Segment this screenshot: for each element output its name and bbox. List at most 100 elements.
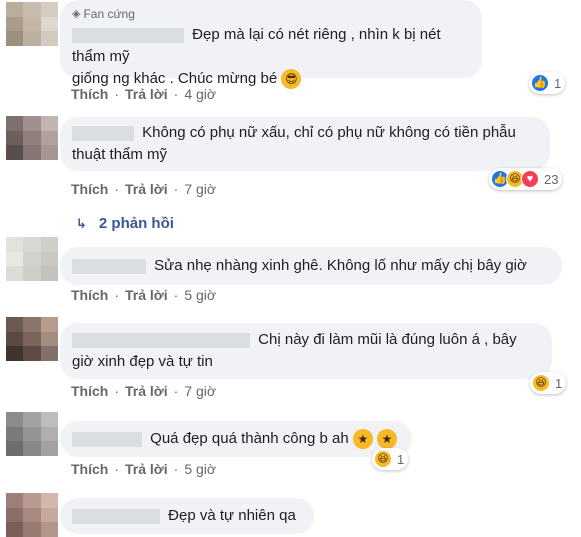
avatar-tile (23, 130, 41, 146)
like-link[interactable]: Thích (71, 383, 108, 399)
avatar-tile (40, 145, 58, 160)
reply-link[interactable]: Trả lời (125, 86, 168, 102)
timestamp[interactable]: 4 giờ (184, 86, 216, 102)
replies-count[interactable]: 2 phản hồi (99, 215, 174, 232)
avatar-tile (6, 441, 24, 456)
avatar[interactable] (6, 412, 58, 456)
avatar-tile (40, 426, 58, 442)
comment-actions: Thích · Trả lời · 4 giờ (71, 86, 217, 102)
avatar-tile (40, 130, 58, 146)
avatar-tile (23, 237, 41, 252)
avatar-tile (6, 251, 24, 267)
reaction-summary[interactable]: 😆 1 (372, 448, 409, 470)
avatar-tile (23, 441, 41, 456)
reply-link[interactable]: Trả lời (125, 383, 168, 399)
sunglasses-emoji-icon: 😎 (281, 69, 302, 90)
comment-text: Sửa nhẹ nhàng xinh ghê. Không lố như mấy… (72, 255, 550, 277)
fan-badge: ◈ Fan cứng (72, 6, 470, 22)
comment-text: Quá đẹp quá thành công b ah ★ ★ (72, 428, 400, 450)
avatar-tile (6, 493, 24, 508)
like-reaction-icon: 👍 (531, 74, 549, 92)
avatar-tile (23, 266, 41, 281)
avatar-tile (23, 31, 41, 46)
avatar-tile (6, 130, 24, 146)
avatar-tile (40, 412, 58, 427)
avatar[interactable] (6, 2, 58, 46)
comment-actions: Thích · Trả lời · 5 giờ (71, 461, 217, 477)
haha-reaction-icon: 😆 (532, 374, 550, 392)
comment-text: Đẹp mà lại có nét riêng , nhìn k bị nét … (72, 26, 441, 65)
avatar-tile (40, 346, 58, 361)
like-link[interactable]: Thích (71, 287, 108, 303)
avatar[interactable] (6, 116, 58, 160)
avatar-tile (6, 346, 24, 361)
avatar-tile (40, 31, 58, 46)
redacted-name[interactable] (72, 431, 142, 447)
avatar-tile (23, 251, 41, 267)
avatar[interactable] (6, 493, 58, 537)
avatar-tile (40, 116, 58, 131)
diamond-icon: ◈ (72, 8, 81, 20)
avatar-tile (6, 522, 24, 537)
redacted-name[interactable] (72, 332, 250, 348)
reply-link[interactable]: Trả lời (125, 287, 168, 303)
comment-actions: Thích · Trả lời · 7 giờ (71, 181, 217, 197)
avatar-tile (23, 116, 41, 131)
comment-bubble: Không có phụ nữ xấu, chỉ có phụ nữ không… (60, 117, 550, 171)
avatar-tile (40, 331, 58, 347)
timestamp[interactable]: 7 giờ (184, 181, 216, 197)
comment-text: Chị này đi làm mũi là đúng luôn á , bây (72, 329, 540, 351)
comment-bubble: Sửa nhẹ nhàng xinh ghê. Không lố như mấy… (60, 247, 562, 285)
like-link[interactable]: Thích (71, 86, 108, 102)
redacted-name[interactable] (72, 508, 160, 524)
avatar-tile (6, 331, 24, 347)
avatar-tile (6, 145, 24, 160)
timestamp[interactable]: 5 giờ (184, 287, 216, 303)
avatar-tile (6, 116, 24, 131)
reaction-summary[interactable]: 😆 1 (530, 372, 567, 394)
avatar-tile (40, 493, 58, 508)
reply-arrow-icon: ↳ (76, 215, 87, 231)
avatar-tile (40, 441, 58, 456)
reaction-summary[interactable]: 👍 1 (529, 72, 566, 94)
redacted-name[interactable] (72, 258, 146, 274)
avatar-tile (23, 507, 41, 523)
timestamp[interactable]: 5 giờ (184, 461, 216, 477)
redacted-name[interactable] (72, 125, 134, 141)
star-struck-emoji-icon: ★ (352, 429, 373, 450)
avatar-tile (23, 346, 41, 361)
comment-text: Đẹp và tự nhiên qa (72, 505, 302, 527)
avatar-tile (40, 2, 58, 17)
avatar-tile (40, 522, 58, 537)
avatar-tile (23, 412, 41, 427)
avatar-tile (23, 2, 41, 17)
avatar-tile (6, 412, 24, 427)
comment-text: Không có phụ nữ xấu, chỉ có phụ nữ không… (72, 122, 538, 144)
reply-link[interactable]: Trả lời (125, 181, 168, 197)
comment-actions: Thích · Trả lời · 5 giờ (71, 287, 217, 303)
avatar-tile (6, 507, 24, 523)
avatar-tile (6, 317, 24, 332)
avatar-tile (40, 507, 58, 523)
avatar-tile (23, 16, 41, 32)
avatar-tile (23, 145, 41, 160)
like-link[interactable]: Thích (71, 461, 108, 477)
redacted-name[interactable] (72, 27, 184, 43)
avatar[interactable] (6, 237, 58, 281)
like-link[interactable]: Thích (71, 181, 108, 197)
avatar[interactable] (6, 317, 58, 361)
comment-bubble: Đẹp và tự nhiên qa (60, 498, 314, 534)
avatar-tile (23, 331, 41, 347)
comment-bubble: Chị này đi làm mũi là đúng luôn á , bây … (60, 323, 552, 379)
comment-text-line2: giờ xinh đẹp và tự tin (72, 353, 213, 370)
comment-text-line2: thuật thẩm mỹ (72, 146, 168, 163)
avatar-tile (23, 493, 41, 508)
comment-actions: Thích · Trả lời · 7 giờ (71, 383, 217, 399)
avatar-tile (6, 266, 24, 281)
reaction-summary[interactable]: 👍 😆 ♥ 23 (489, 168, 563, 190)
view-replies-link[interactable]: ↳ 2 phản hồi (76, 215, 174, 232)
reply-link[interactable]: Trả lời (125, 461, 168, 477)
comment-bubble: ◈ Fan cứng Đẹp mà lại có nét riêng , nhì… (60, 0, 482, 90)
timestamp[interactable]: 7 giờ (184, 383, 216, 399)
love-reaction-icon: ♥ (521, 170, 539, 188)
